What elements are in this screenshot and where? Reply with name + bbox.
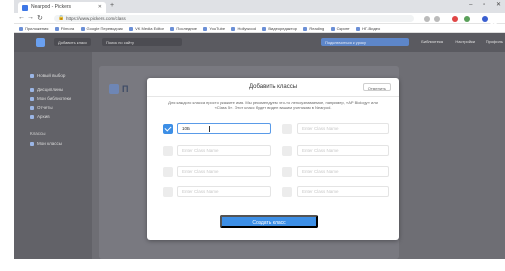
sidebar-item-classes[interactable]: Мои классы (30, 141, 62, 146)
bookmark-icon (170, 26, 175, 31)
class-name-input[interactable] (177, 123, 271, 134)
class-icon (30, 141, 34, 146)
class-checkbox[interactable] (163, 167, 173, 177)
library-icon (30, 96, 34, 101)
text-cursor (209, 126, 210, 132)
bookmark-icon (19, 26, 23, 31)
bookmark-icon (129, 26, 134, 31)
bookmark[interactable]: YouTube (203, 26, 225, 31)
class-name-input[interactable] (297, 145, 389, 156)
bookmark-icon (203, 26, 208, 31)
modal-title: Добавить классы (248, 84, 298, 90)
class-name-input[interactable] (297, 166, 389, 177)
divider (147, 96, 399, 97)
lock-icon: 🔒 (58, 15, 65, 21)
close-window-icon[interactable]: ✕ (496, 2, 501, 8)
class-name-input[interactable] (297, 123, 389, 134)
bookmark-icon (54, 26, 59, 31)
extension-icon[interactable] (424, 16, 430, 22)
address-bar: ← → ↻ 🔒 https://www.pickers.com/class (14, 13, 505, 24)
browser-tab[interactable]: Nearpod - Pickers ✕ (18, 2, 106, 13)
sidebar-section-title: Классы (30, 131, 46, 136)
bookmark[interactable]: Скрипт (330, 26, 350, 31)
bookmark[interactable]: НГ-Видео (356, 26, 380, 31)
sidebar-item-archive[interactable]: Архив (30, 114, 50, 119)
sidebar-item-reports[interactable]: Отчеты (30, 105, 53, 110)
page-margin (0, 259, 505, 271)
class-checkbox[interactable] (282, 187, 292, 197)
bookmark-icon (356, 26, 361, 31)
tab-strip: Nearpod - Pickers ✕ + – ▫ ✕ (14, 0, 505, 13)
bookmark[interactable]: VK Media Editor (129, 26, 164, 31)
class-checkbox[interactable] (163, 187, 173, 197)
sidebar-item-new[interactable]: Новый выбор (30, 73, 65, 78)
url-field[interactable]: 🔒 https://www.pickers.com/class (54, 15, 414, 22)
settings-link[interactable]: Настройки (455, 39, 475, 44)
bookmark-icon (303, 26, 308, 31)
close-overlay-icon[interactable]: ✕ (488, 19, 499, 32)
class-checkbox[interactable] (282, 167, 292, 177)
sidebar: Новый выбор Дисциплины Мои библиотеки От… (14, 52, 92, 259)
minimize-icon[interactable]: – (469, 2, 472, 8)
book-icon (30, 87, 34, 92)
app-header: Добавить класс Поиск по сайту Подключить… (14, 33, 505, 52)
archive-icon (30, 114, 34, 119)
add-class-header-button[interactable]: Добавить класс (54, 38, 92, 46)
join-lesson-button[interactable]: Подключиться к уроку (321, 38, 409, 46)
bookmark[interactable]: Видеоредактор (262, 26, 297, 31)
new-tab-icon[interactable]: + (110, 2, 114, 9)
bookmark[interactable]: Filmora (54, 26, 74, 31)
close-tab-icon[interactable]: ✕ (98, 4, 102, 10)
library-link[interactable]: Библиотека (421, 39, 443, 44)
tab-title: Nearpod - Pickers (31, 4, 72, 10)
classes-icon (109, 84, 119, 94)
app-logo-icon (36, 38, 45, 47)
add-classes-modal: Добавить классы Отменить Для каждого кла… (147, 78, 399, 240)
bookmark-icon (262, 26, 267, 31)
page-heading: П (122, 84, 129, 94)
class-checkbox[interactable] (282, 146, 292, 156)
class-name-input[interactable] (177, 186, 271, 197)
cancel-button[interactable]: Отменить (362, 83, 391, 91)
bookmark[interactable]: Последние (170, 26, 197, 31)
sidebar-item-subjects[interactable]: Дисциплины (30, 87, 63, 92)
class-name-input[interactable] (177, 145, 271, 156)
extension-icon[interactable] (464, 16, 470, 22)
modal-description: Для каждого класса просто укажите имя. М… (168, 100, 378, 110)
sidebar-item-libraries[interactable]: Мои библиотеки (30, 96, 71, 101)
bookmark-icon (80, 26, 85, 31)
back-icon[interactable]: ← (18, 14, 25, 21)
bookmark[interactable]: Hollywood (231, 26, 256, 31)
class-name-input[interactable] (177, 166, 271, 177)
profile-avatar[interactable] (482, 16, 488, 22)
url-text: https://www.pickers.com/class (66, 16, 126, 21)
bookmark-icon (231, 26, 236, 31)
extension-icon[interactable] (452, 16, 458, 22)
browser-window: Nearpod - Pickers ✕ + – ▫ ✕ ← → ↻ 🔒 http… (14, 0, 505, 259)
bookmark[interactable]: Google Переводчик (80, 26, 123, 31)
class-checkbox[interactable] (163, 146, 173, 156)
window-controls: – ▫ ✕ (460, 1, 501, 8)
reload-icon[interactable]: ↻ (37, 14, 43, 22)
bookmark-icon (330, 26, 335, 31)
class-checkbox[interactable] (282, 124, 292, 134)
forward-icon[interactable]: → (27, 14, 34, 21)
bookmark[interactable]: Reading (303, 26, 324, 31)
extension-icon[interactable] (434, 16, 440, 22)
bookmark[interactable]: Приложения (19, 26, 48, 31)
plus-icon (30, 73, 34, 78)
bookmarks-bar: Приложения Filmora Google Переводчик VK … (14, 24, 505, 33)
create-class-button[interactable]: Создать класс (220, 215, 318, 228)
report-icon (30, 105, 34, 110)
class-checkbox[interactable] (163, 124, 173, 134)
maximize-icon[interactable]: ▫ (483, 2, 485, 8)
class-name-input[interactable] (297, 186, 389, 197)
profile-link[interactable]: Профиль (486, 39, 503, 44)
search-input[interactable]: Поиск по сайту (102, 38, 182, 46)
favicon-icon (22, 5, 28, 11)
